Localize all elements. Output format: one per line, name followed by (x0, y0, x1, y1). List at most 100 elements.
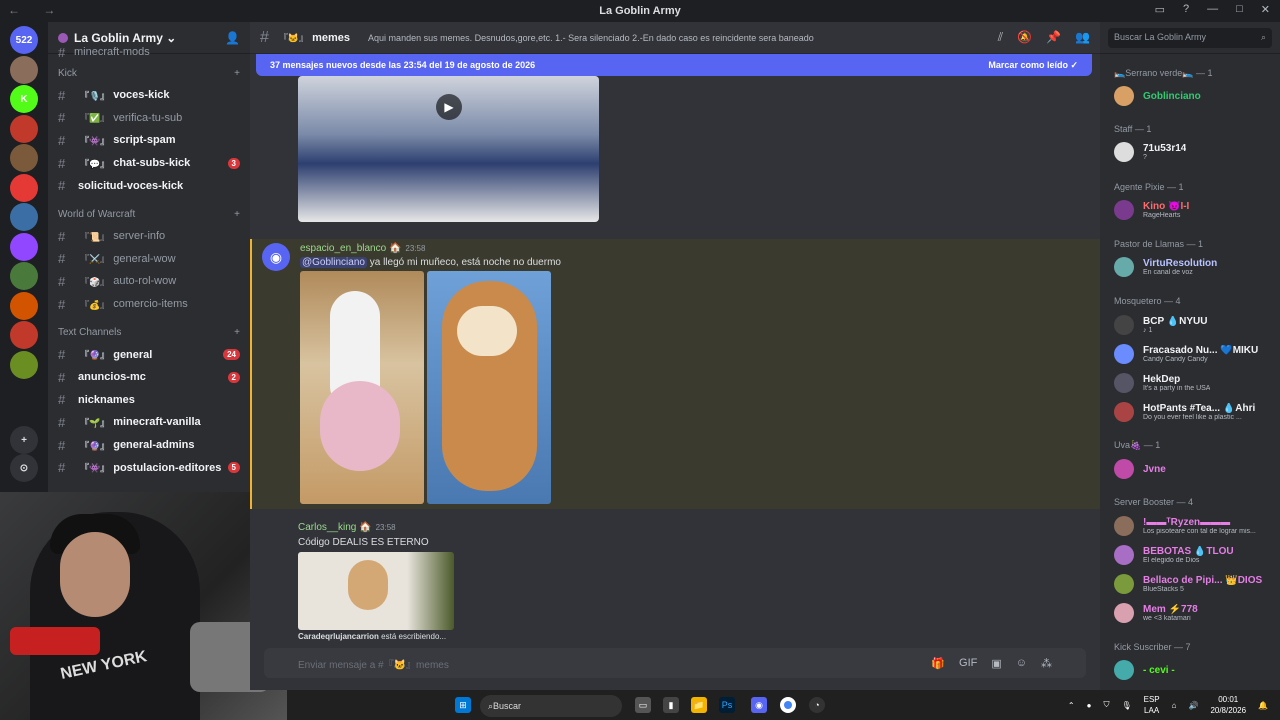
volume-icon[interactable]: 🔊 (1188, 701, 1198, 710)
discord-icon[interactable]: ◉ (751, 697, 767, 713)
play-icon[interactable]: ▶ (436, 94, 462, 120)
tray-chevron-icon[interactable]: ⌃ (1068, 701, 1075, 710)
pin-icon[interactable]: 📌 (1046, 30, 1061, 45)
user-mention[interactable]: @Goblinciano (300, 257, 367, 268)
message-composer[interactable]: Enviar mensaje a #『🐱』memes 🎁 GIF ▣ ☺ ⁂ (264, 648, 1086, 678)
add-server-icon[interactable]: + (10, 426, 38, 454)
server-icon[interactable] (10, 291, 38, 320)
inbox-icon[interactable]: ▭ (1155, 3, 1165, 16)
tray-shield-icon[interactable]: ⛉ (1103, 700, 1109, 710)
server-icon[interactable] (10, 262, 38, 290)
video-attachment[interactable]: ▶ (298, 76, 599, 222)
emoji-icon[interactable]: ☺ (1016, 657, 1027, 670)
apps-icon[interactable]: ⁂ (1041, 657, 1052, 670)
server-icon[interactable] (10, 321, 38, 349)
channel-general-wow[interactable]: # 『⚔️』 general-wow (48, 248, 250, 271)
channel-auto-rol-wow[interactable]: # 『🎲』 auto-rol-wow (48, 270, 250, 293)
channel-topic[interactable]: Aqui manden sus memes. Desnudos,gore,etc… (368, 33, 998, 43)
discord-avatar-icon[interactable]: ◉ (262, 243, 290, 271)
taskbar-search[interactable]: ⌕ Buscar (480, 695, 622, 717)
search-input[interactable]: Buscar La Goblin Army ⌕ (1108, 27, 1272, 48)
file-explorer-icon[interactable]: 📁 (691, 697, 707, 713)
image-attachment[interactable] (298, 552, 454, 630)
threads-icon[interactable]: ⫽ (998, 30, 1003, 45)
channel-server-info[interactable]: # 『📜』 server-info (48, 225, 250, 248)
member-item[interactable]: Bellaco de Pipi... 👑DIOS BlueStacks 5 (1114, 571, 1274, 597)
category-text-channels[interactable]: Text Channels + (48, 327, 250, 343)
message-author[interactable]: Carlos__king 🏠 23:58 (298, 522, 396, 533)
member-item[interactable]: Mem ⚡778 we <3 katamari (1114, 600, 1274, 626)
member-item[interactable]: Kino 😈I-I RageHearts (1114, 197, 1274, 223)
microphone-icon[interactable]: 🎙 (1121, 701, 1131, 710)
gift-icon[interactable]: 🎁 (931, 657, 945, 670)
channel-general[interactable]: # 『🔮』 general 24 (48, 343, 250, 366)
channel-comercio-items[interactable]: # 『💰』 comercio-items (48, 293, 250, 316)
server-icon[interactable] (10, 114, 38, 143)
channel-minecraft-vanilla[interactable]: # 『🌱』 minecraft-vanilla (48, 411, 250, 434)
channel-voces-kick[interactable]: # 『🎙️』 voces-kick (48, 84, 250, 107)
channel-anuncios-mc[interactable]: # anuncios-mc 2 (48, 366, 250, 389)
tray-app-icon[interactable]: ● (1087, 701, 1092, 710)
channel-general-admins[interactable]: # 『🔮』 general-admins (48, 434, 250, 457)
minimize-icon[interactable]: — (1207, 3, 1218, 16)
channel-verifica-tu-sub[interactable]: # 『✅』 verifica-tu-sub (48, 107, 250, 130)
channel-postulacion-editores[interactable]: # 『👾』 postulacion-editores 5 (48, 456, 250, 479)
image-attachment-right[interactable] (427, 271, 551, 504)
discover-icon[interactable]: ⊙ (10, 454, 38, 482)
members-icon[interactable]: 👥 (1075, 30, 1090, 45)
app-icon[interactable]: ▮ (663, 697, 679, 713)
category-kick[interactable]: Kick + (48, 68, 250, 84)
member-item[interactable]: HekDep It's a party in the USA (1114, 370, 1274, 396)
help-icon[interactable]: ? (1183, 3, 1189, 16)
server-icon[interactable] (10, 232, 38, 261)
member-item[interactable]: Goblinciano (1114, 83, 1274, 109)
clock[interactable]: 00:01 20/8/2026 (1210, 694, 1246, 716)
add-member-icon[interactable]: 👤 (225, 31, 240, 45)
message-input[interactable]: Enviar mensaje a #『🐱』memes (298, 656, 449, 671)
member-item[interactable]: HotPants #Tea... 💧Ahri Do you ever feel l… (1114, 399, 1274, 425)
channel-solicitud-voces-kick[interactable]: # solicitud-voces-kick (48, 174, 250, 197)
notifications-icon[interactable]: 🔔 (1258, 701, 1268, 710)
member-item[interactable]: BCP 💧NYUU ♪ 1 (1114, 312, 1274, 338)
channel-script-spam[interactable]: # 『👾』 script-spam (48, 129, 250, 152)
message-author[interactable]: espacio_en_blanco 🏠 23:58 (300, 243, 425, 254)
category-wow[interactable]: World of Warcraft + (48, 209, 250, 225)
member-item[interactable]: - cevi - (1114, 657, 1274, 683)
server-icon[interactable]: 522 (10, 26, 38, 54)
mute-icon[interactable]: 🔕 (1017, 30, 1032, 45)
member-item[interactable]: Fracasado Nu... 💙MIKU Candy Candy Candy (1114, 341, 1274, 367)
chrome-icon[interactable] (780, 697, 796, 713)
channel-chat-subs-kick[interactable]: # 『💬』 chat-subs-kick 3 (48, 152, 250, 175)
member-item[interactable]: !▬▬ᵀRyzen▬▬▬ Los pisoteare con tal de log… (1114, 513, 1274, 539)
mark-read-button[interactable]: Marcar como leído ✓ (988, 60, 1078, 71)
photoshop-icon[interactable]: Ps (719, 697, 735, 713)
member-status: Candy Candy Candy (1143, 356, 1208, 363)
channel-nicknames[interactable]: # nicknames (48, 389, 250, 412)
server-icon[interactable] (10, 350, 38, 379)
windows-start-icon[interactable]: ⊞ (455, 697, 471, 713)
windows-taskbar: ⊞ ⌕ Buscar ▭ ▮ 📁 Ps ◉ ◔ ⌃ ● ⛉ 🎙 ESP LAA ⌂… (287, 690, 1280, 720)
close-icon[interactable]: ✕ (1261, 3, 1270, 16)
sticker-icon[interactable]: ▣ (991, 657, 1001, 670)
network-icon[interactable]: ⌂ (1172, 701, 1177, 710)
server-icon[interactable] (10, 203, 38, 231)
server-icon[interactable] (10, 173, 38, 202)
channel-top-partial[interactable]: # minecraft-mods (48, 45, 250, 60)
server-icon[interactable]: K (10, 85, 38, 113)
app-icon-2[interactable]: ◔ (809, 697, 825, 713)
language-indicator[interactable]: ESP LAA (1144, 694, 1160, 716)
member-item[interactable]: VirtuResolution En canal de voz (1114, 254, 1274, 280)
member-item[interactable]: 71u53r14? (1114, 139, 1274, 165)
add-channel-icon[interactable]: + (234, 68, 240, 84)
new-messages-bar[interactable]: 37 mensajes nuevos desde las 23:54 del 1… (256, 54, 1092, 76)
maximize-icon[interactable]: □ (1236, 3, 1243, 16)
task-view-icon[interactable]: ▭ (635, 697, 651, 713)
server-icon[interactable] (10, 55, 38, 84)
gif-icon[interactable]: GIF (959, 657, 977, 670)
member-item[interactable]: BEBOTAS 💧TLOU El elegido de Dios (1114, 542, 1274, 568)
add-channel-icon[interactable]: + (234, 327, 240, 343)
member-item[interactable]: Jvne (1114, 456, 1274, 482)
add-channel-icon[interactable]: + (234, 209, 240, 225)
image-attachment-left[interactable] (300, 271, 424, 504)
server-icon[interactable] (10, 144, 38, 172)
